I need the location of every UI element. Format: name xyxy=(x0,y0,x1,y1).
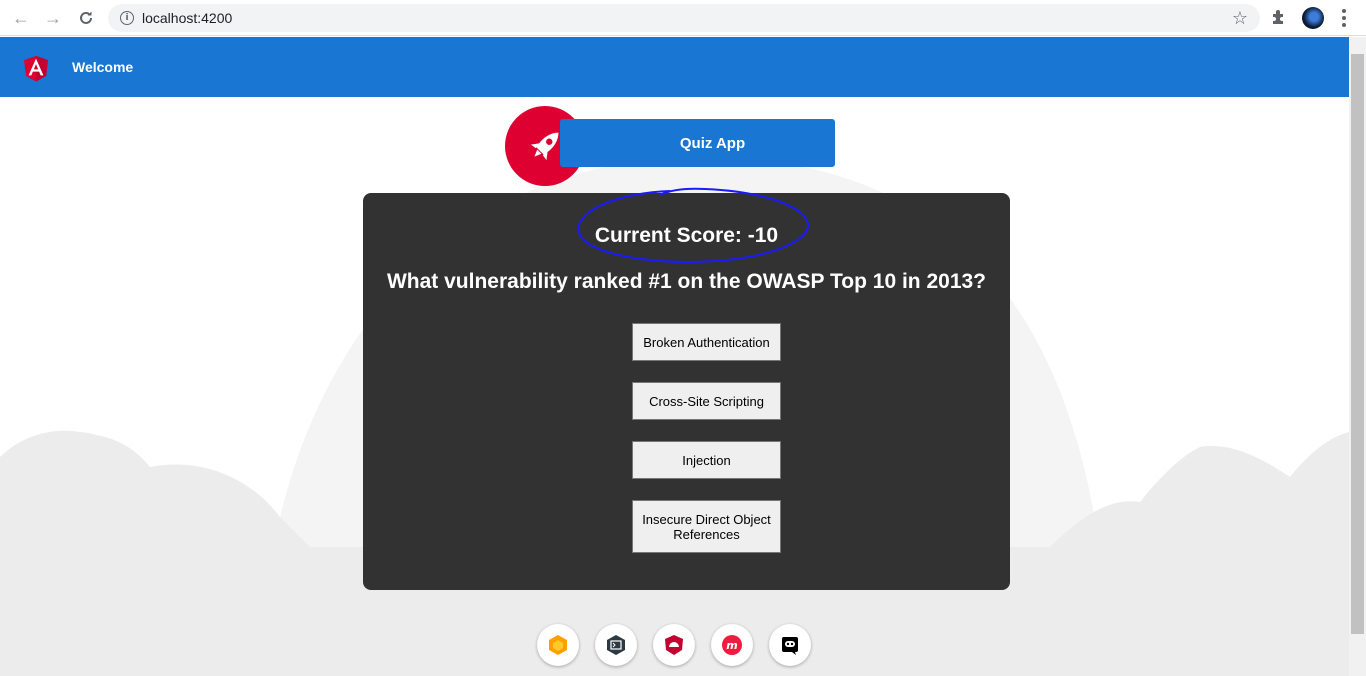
page-scrollbar[interactable] xyxy=(1349,37,1366,676)
forward-icon[interactable]: → xyxy=(42,7,64,29)
quiz-card: Current Score: -10 What vulnerability ra… xyxy=(363,187,1010,590)
bookmark-star-icon[interactable]: ☆ xyxy=(1232,8,1248,29)
profile-avatar-icon[interactable] xyxy=(1302,7,1324,29)
url-text[interactable]: localhost:4200 xyxy=(142,10,232,26)
reload-icon[interactable] xyxy=(75,7,97,29)
angular-material-icon[interactable] xyxy=(653,624,695,666)
footer-links: m xyxy=(537,624,817,668)
toolbar-title: Welcome xyxy=(72,59,134,75)
svg-text:m: m xyxy=(726,639,737,652)
info-icon[interactable]: i xyxy=(120,11,134,25)
quiz-app-banner: Quiz App xyxy=(560,119,835,167)
banner-title: Quiz App xyxy=(679,134,746,152)
firebase-icon[interactable] xyxy=(537,624,579,666)
browser-toolbar: ← → i localhost:4200 ☆ xyxy=(0,0,1366,36)
main-content: Quiz App Current Score: -10 What vulnera… xyxy=(0,97,1349,676)
question-text: What vulnerability ranked #1 on the OWAS… xyxy=(386,270,987,293)
back-icon[interactable]: ← xyxy=(10,7,32,29)
answer-button-cross-site-scripting[interactable]: Cross-Site Scripting xyxy=(632,382,781,420)
meetup-icon[interactable]: m xyxy=(711,624,753,666)
extensions-icon[interactable] xyxy=(1270,8,1290,28)
answer-button-injection[interactable]: Injection xyxy=(632,441,781,479)
terminal-icon[interactable] xyxy=(595,624,637,666)
angular-logo-icon xyxy=(24,55,48,82)
browser-menu-icon[interactable] xyxy=(1336,8,1352,28)
answer-button-broken-authentication[interactable]: Broken Authentication xyxy=(632,323,781,361)
answer-button-insecure-direct-object-references[interactable]: Insecure Direct Object References xyxy=(632,500,781,553)
scrollbar-thumb[interactable] xyxy=(1351,54,1364,634)
current-score: Current Score: -10 xyxy=(594,224,779,247)
discord-icon[interactable] xyxy=(769,624,811,666)
app-toolbar: Welcome xyxy=(0,37,1349,97)
address-bar[interactable]: i localhost:4200 ☆ xyxy=(108,4,1260,32)
